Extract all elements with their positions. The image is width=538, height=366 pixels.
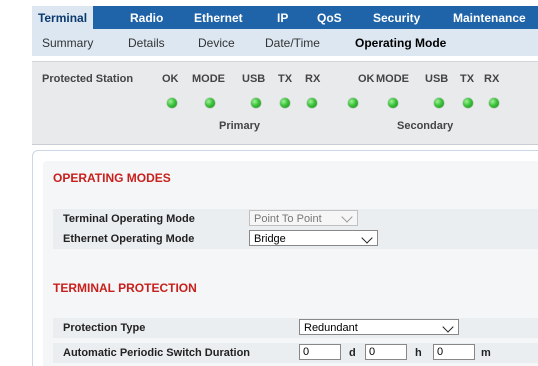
- secondary-rx-header: RX: [484, 73, 500, 85]
- tab-qos[interactable]: QoS: [317, 6, 342, 29]
- secondary-usb-led-icon: [434, 98, 444, 108]
- protected-station-label: Protected Station: [42, 73, 134, 85]
- primary-usb-header: USB: [242, 73, 266, 85]
- primary-mode-header: MODE: [192, 73, 225, 85]
- top-nav: Terminal Radio Ethernet IP QoS Security …: [32, 6, 538, 29]
- subnav-date-time[interactable]: Date/Time: [265, 29, 320, 56]
- protection-type-value: Redundant: [304, 322, 358, 334]
- secondary-ok-header: OK: [358, 73, 375, 85]
- primary-tx-led-icon: [280, 98, 290, 108]
- settings-panel: OPERATING MODES Terminal Operating Mode …: [43, 161, 538, 366]
- secondary-ok-led-icon: [348, 98, 358, 108]
- subnav-summary[interactable]: Summary: [42, 29, 93, 56]
- ethernet-operating-mode-value: Bridge: [254, 233, 286, 245]
- main-panel: OPERATING MODES Terminal Operating Mode …: [32, 150, 538, 366]
- protection-type-row: Protection Type Redundant: [53, 318, 538, 338]
- primary-mode-led-icon: [205, 98, 215, 108]
- tab-ethernet[interactable]: Ethernet: [194, 6, 243, 29]
- chevron-down-icon: [442, 321, 454, 333]
- primary-tx-header: TX: [278, 73, 293, 85]
- hours-unit: h: [415, 347, 422, 359]
- primary-usb-led-icon: [251, 98, 261, 108]
- days-input[interactable]: 0: [299, 344, 341, 360]
- protection-type-label: Protection Type: [63, 322, 146, 334]
- primary-ok-header: OK: [162, 73, 179, 85]
- tab-terminal[interactable]: Terminal: [32, 6, 93, 29]
- secondary-mode-header: MODE: [376, 73, 409, 85]
- terminal-protection-title: TERMINAL PROTECTION: [53, 281, 197, 295]
- ethernet-operating-mode-label: Ethernet Operating Mode: [63, 233, 195, 245]
- secondary-label: Secondary: [397, 120, 454, 132]
- terminal-operating-mode-row: Terminal Operating Mode Point To Point: [53, 209, 538, 229]
- subnav-device[interactable]: Device: [198, 29, 235, 56]
- tab-maintenance[interactable]: Maintenance: [453, 6, 526, 29]
- terminal-operating-mode-select[interactable]: Point To Point: [249, 210, 358, 226]
- secondary-usb-header: USB: [425, 73, 449, 85]
- chevron-down-icon: [361, 232, 373, 244]
- primary-label: Primary: [219, 120, 260, 132]
- minutes-unit: m: [481, 347, 491, 359]
- secondary-tx-header: TX: [460, 73, 475, 85]
- tab-radio[interactable]: Radio: [130, 6, 163, 29]
- days-unit: d: [349, 347, 356, 359]
- subnav-details[interactable]: Details: [128, 29, 165, 56]
- terminal-operating-mode-label: Terminal Operating Mode: [63, 213, 195, 225]
- subnav-operating-mode[interactable]: Operating Mode: [355, 29, 446, 56]
- chevron-down-icon: [341, 211, 353, 223]
- operating-modes-title: OPERATING MODES: [53, 171, 171, 185]
- secondary-tx-led-icon: [463, 98, 473, 108]
- primary-rx-header: RX: [305, 73, 321, 85]
- sub-nav: Summary Details Device Date/Time Operati…: [32, 29, 538, 56]
- secondary-rx-led-icon: [489, 98, 499, 108]
- switch-duration-label: Automatic Periodic Switch Duration: [63, 347, 251, 359]
- tab-security[interactable]: Security: [373, 6, 420, 29]
- minutes-input[interactable]: 0: [433, 344, 475, 360]
- protected-station-status: Protected Station OK MODE USB TX RX OK M…: [32, 61, 538, 145]
- hours-input[interactable]: 0: [365, 344, 407, 360]
- primary-rx-led-icon: [307, 98, 317, 108]
- protection-type-select[interactable]: Redundant: [299, 319, 459, 335]
- secondary-mode-led-icon: [388, 98, 398, 108]
- ethernet-operating-mode-select[interactable]: Bridge: [249, 230, 378, 246]
- ethernet-operating-mode-row: Ethernet Operating Mode Bridge: [53, 229, 538, 249]
- tab-ip[interactable]: IP: [277, 6, 288, 29]
- switch-duration-row: Automatic Periodic Switch Duration 0 d 0…: [53, 343, 538, 363]
- primary-ok-led-icon: [167, 98, 177, 108]
- terminal-operating-mode-value: Point To Point: [254, 213, 322, 225]
